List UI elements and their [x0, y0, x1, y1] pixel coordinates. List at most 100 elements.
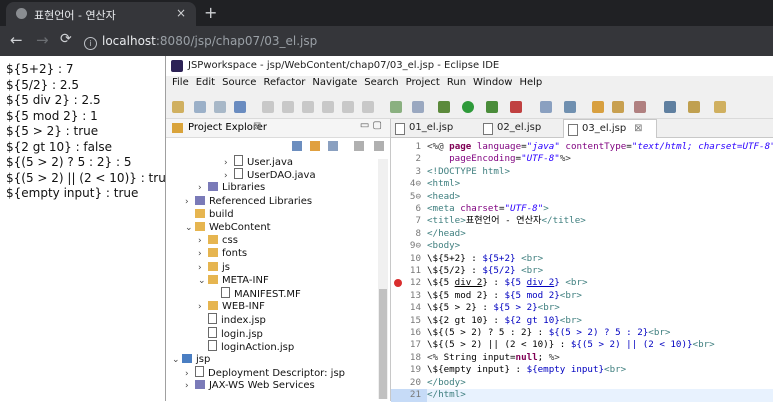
debug-icon[interactable] — [438, 101, 450, 113]
code-line[interactable]: 7 <title>표현언어 - 연산자</title> — [391, 215, 773, 228]
chevron-down-icon[interactable]: ⌄ — [185, 221, 195, 235]
code-line[interactable]: 11 \${5/2} : ${5/2} <br> — [391, 265, 773, 278]
code-line[interactable]: 18 <% String input=null; %> — [391, 352, 773, 365]
tree-item[interactable]: › WEB-INF — [198, 300, 265, 314]
info-icon[interactable]: i — [84, 37, 97, 50]
code-line[interactable]: 2 pageEncoding="UTF-8"%> — [391, 153, 773, 166]
collapse-all-icon[interactable] — [292, 141, 302, 151]
scrollbar-thumb[interactable] — [379, 289, 387, 399]
address-bar[interactable]: i localhost:8080/jsp/chap07/03_el.jsp — [84, 34, 317, 50]
code-line[interactable]: 14 \${5 > 2} : ${5 > 2}<br> — [391, 302, 773, 315]
forward-icon[interactable]: → — [36, 31, 49, 49]
code-line[interactable]: 13 \${5 mod 2} : ${5 mod 2}<br> — [391, 290, 773, 303]
code-line[interactable]: 15 \${2 gt 10} : ${2 gt 10}<br> — [391, 315, 773, 328]
tree-item[interactable]: › User.java — [224, 155, 293, 169]
chevron-right-icon[interactable]: › — [198, 300, 208, 314]
tree-item[interactable]: login.jsp — [198, 326, 263, 341]
tree-item[interactable]: › fonts — [198, 247, 247, 261]
menu-edit[interactable]: Edit — [196, 77, 215, 88]
code-line[interactable]: 3 <!DOCTYPE html> — [391, 166, 773, 179]
view-menu-icon[interactable] — [354, 141, 364, 151]
editor-tab[interactable]: 02_el.jsp — [479, 119, 559, 137]
menu-file[interactable]: File — [172, 77, 189, 88]
minimize-maximize-icon[interactable]: ▭ ▢ — [360, 120, 382, 131]
code-line[interactable]: 20 </body> — [391, 377, 773, 390]
code-line[interactable]: 12 \${5 div 2} : ${5 div 2} <br> — [391, 277, 773, 290]
menu-source[interactable]: Source — [222, 77, 256, 88]
menu-window[interactable]: Window — [473, 77, 512, 88]
chevron-right-icon[interactable]: › — [198, 181, 208, 195]
code-line[interactable]: 1 <%@ page language="java" contentType="t… — [391, 141, 773, 154]
chevron-right-icon[interactable]: › — [198, 234, 208, 248]
wizard-icon[interactable] — [412, 101, 424, 113]
code-line[interactable]: 21 </html> — [391, 389, 773, 402]
explorer-scrollbar[interactable] — [378, 159, 388, 399]
server-icon[interactable] — [564, 101, 576, 113]
code-line[interactable]: 19 \${empty input} : ${empty input}<br> — [391, 364, 773, 377]
tree-item[interactable]: › Referenced Libraries — [185, 195, 312, 209]
next-annotation-icon[interactable] — [688, 101, 700, 113]
menu-help[interactable]: Help — [519, 77, 542, 88]
tree-item[interactable]: › css — [198, 234, 238, 248]
tree-item[interactable]: › Libraries — [198, 181, 265, 195]
editor-tab[interactable]: 01_el.jsp — [391, 119, 471, 137]
print-icon[interactable] — [214, 101, 226, 113]
tree-item[interactable]: › UserDAO.java — [224, 168, 316, 182]
code-line[interactable]: 16 \${(5 > 2) ? 5 : 2} : ${(5 > 2) ? 5 : … — [391, 327, 773, 340]
chevron-right-icon[interactable]: › — [198, 247, 208, 261]
link-editor-icon[interactable] — [310, 141, 320, 151]
terminal-icon[interactable] — [234, 101, 246, 113]
code-line[interactable]: 17 \${(5 > 2) || (2 < 10)} : ${(5 > 2) ||… — [391, 339, 773, 352]
step-into-icon[interactable] — [342, 101, 354, 113]
tree-item[interactable]: › JAX-WS Web Services — [185, 379, 315, 393]
debug-skip-icon[interactable] — [262, 101, 274, 113]
code-line[interactable]: 9⊖ <body> — [391, 240, 773, 253]
chevron-right-icon[interactable]: › — [185, 195, 195, 209]
code-line[interactable]: 6 <meta charset="UTF-8"> — [391, 203, 773, 216]
disconnect-icon[interactable] — [322, 101, 334, 113]
back-icon[interactable]: ← — [10, 31, 23, 49]
tree-item[interactable]: index.jsp — [198, 313, 266, 327]
new-tab-button[interactable]: + — [204, 3, 217, 22]
close-view-icon[interactable]: ⊠ — [253, 121, 261, 132]
browser-tab[interactable]: 표현언어 - 연산자 × — [6, 2, 196, 26]
chevron-right-icon[interactable]: › — [198, 261, 208, 275]
new-icon[interactable] — [172, 101, 184, 113]
filter-icon[interactable] — [328, 141, 338, 151]
open-project-icon[interactable] — [612, 101, 624, 113]
tree-item[interactable]: › js — [198, 261, 230, 275]
code-line[interactable]: 4⊖ <html> — [391, 178, 773, 191]
tree-item[interactable]: › Deployment Descriptor: jsp — [185, 366, 345, 380]
close-tab-icon[interactable]: ⊠ — [634, 123, 642, 134]
tree-item[interactable]: build — [185, 208, 234, 222]
format-icon[interactable] — [390, 101, 402, 113]
save-icon[interactable] — [194, 101, 206, 113]
chevron-right-icon[interactable]: › — [185, 379, 195, 393]
annotation-icon[interactable] — [634, 101, 646, 113]
open-folder-icon[interactable] — [592, 101, 604, 113]
tree-item[interactable]: loginAction.jsp — [198, 339, 294, 354]
code-line[interactable]: 8 </head> — [391, 228, 773, 241]
suspend-icon[interactable] — [282, 101, 294, 113]
run-icon[interactable] — [462, 101, 474, 113]
reload-icon[interactable]: ⟳ — [60, 31, 72, 47]
search-icon[interactable] — [664, 101, 676, 113]
open-type-icon[interactable] — [540, 101, 552, 113]
menu-project[interactable]: Project — [406, 77, 440, 88]
menu-navigate[interactable]: Navigate — [312, 77, 357, 88]
external-tools-icon[interactable] — [510, 101, 522, 113]
back-history-icon[interactable] — [714, 101, 726, 113]
tree-item[interactable]: MANIFEST.MF — [211, 287, 301, 301]
chevron-down-icon[interactable]: ⌄ — [198, 274, 208, 288]
stop-icon[interactable] — [302, 101, 314, 113]
tree-item[interactable]: ⌄ META-INF — [198, 274, 269, 288]
close-tab-icon[interactable]: × — [176, 6, 186, 20]
step-over-icon[interactable] — [362, 101, 374, 113]
chevron-down-icon[interactable]: ⌄ — [172, 353, 182, 367]
code-line[interactable]: 10 \${5+2} : ${5+2} <br> — [391, 253, 773, 266]
menu-refactor[interactable]: Refactor — [263, 77, 305, 88]
menu-run[interactable]: Run — [447, 77, 466, 88]
tree-item[interactable]: ⌄ jsp — [172, 353, 210, 367]
coverage-icon[interactable] — [486, 101, 498, 113]
code-line[interactable]: 5⊖ <head> — [391, 191, 773, 204]
